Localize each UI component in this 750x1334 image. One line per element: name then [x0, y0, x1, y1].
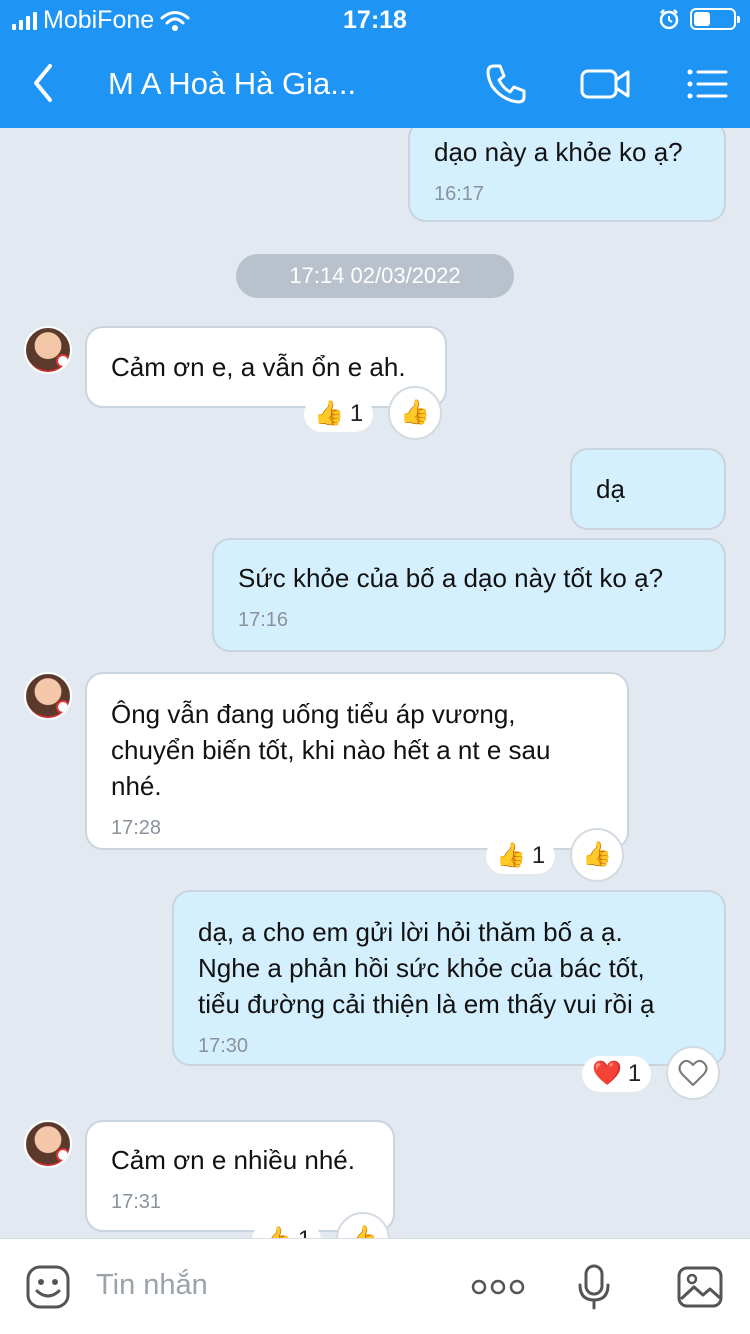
avatar[interactable] [24, 672, 72, 720]
status-time: 17:18 [343, 6, 407, 34]
avatar[interactable] [24, 326, 72, 374]
message-text-line: chuyển biến tốt, khi nào hết a nt e sau [111, 735, 551, 765]
message-time: 16:17 [434, 183, 485, 205]
reaction-summary[interactable]: 👍 1 [304, 396, 374, 432]
message-bubble-sent[interactable]: dạo này a khỏe ko ạ? 16:17 [408, 128, 726, 222]
reaction-button[interactable] [666, 1046, 720, 1100]
message-time: 17:16 [238, 609, 289, 631]
avatar[interactable] [24, 1120, 72, 1168]
message-bubble-sent[interactable]: dạ, a cho em gửi lời hỏi thăm bố a ạ. Ng… [172, 890, 726, 1066]
microphone-icon[interactable] [570, 1263, 618, 1311]
reaction-summary[interactable]: 👍 1 [252, 1222, 322, 1239]
reaction-button[interactable]: 👍 [388, 386, 442, 440]
more-dots-icon[interactable] [470, 1263, 526, 1311]
message-text-line: tiểu đường cải thiện là em thấy vui rồi … [198, 989, 655, 1019]
message-text-line: Ông vẫn đang uống tiểu áp vương, [111, 699, 516, 729]
message-text: Cảm ơn e, a vẫn ổn e ah. [111, 352, 406, 382]
message-list[interactable]: dạo này a khỏe ko ạ? 16:17 17:14 02/03/2… [0, 128, 750, 1238]
list-menu-icon[interactable] [684, 60, 732, 108]
reaction-button[interactable]: 👍 [570, 828, 624, 882]
heart-icon: ❤️ [592, 1060, 622, 1087]
reaction-count: 1 [531, 842, 546, 869]
message-bubble-sent[interactable]: dạ [570, 448, 726, 530]
reaction-count: 1 [627, 1060, 642, 1087]
thumbs-up-icon: 👍 [496, 842, 526, 869]
message-time: 17:31 [111, 1191, 162, 1213]
status-right [658, 8, 740, 30]
emoji-icon[interactable] [24, 1263, 72, 1311]
reaction-summary[interactable]: 👍 1 [486, 838, 556, 874]
message-text: dạo này a khỏe ko ạ? [434, 137, 683, 167]
message-text-line: dạ, a cho em gửi lời hỏi thăm bố a ạ. [198, 917, 623, 947]
message-bubble-received[interactable]: Ông vẫn đang uống tiểu áp vương, chuyển … [85, 672, 629, 850]
message-text: Sức khỏe của bố a dạo này tốt ko ạ? [238, 563, 664, 593]
reaction-count: 1 [349, 400, 364, 427]
video-camera-icon[interactable] [580, 60, 632, 108]
alarm-icon [659, 9, 679, 30]
message-text: dạ [596, 474, 625, 504]
message-bubble-sent[interactable]: Sức khỏe của bố a dạo này tốt ko ạ? 17:1… [212, 538, 726, 652]
message-text-line: Nghe a phản hồi sức khỏe của bác tốt, [198, 953, 645, 983]
chat-header: M A Hoà Hà Gia... [0, 40, 750, 128]
heart-outline-icon [678, 1059, 708, 1086]
thumbs-up-icon: 👍 [400, 399, 430, 426]
message-input[interactable]: Tin nhắn [96, 1269, 208, 1302]
reaction-count: 1 [298, 1226, 311, 1238]
conversation-title[interactable]: M A Hoà Hà Gia... [108, 66, 356, 102]
status-bar: MobiFone 17:18 [0, 0, 750, 40]
image-icon[interactable] [676, 1263, 724, 1311]
back-chevron-icon[interactable] [24, 58, 64, 108]
message-text-line: nhé. [111, 771, 162, 801]
thumbs-up-icon: 👍 [314, 400, 344, 427]
reaction-summary[interactable]: ❤️ 1 [582, 1056, 652, 1092]
battery-icon [690, 8, 740, 30]
thumbs-up-icon: 👍 [262, 1228, 292, 1239]
message-input-bar: Tin nhắn [0, 1238, 750, 1334]
top-bar: MobiFone 17:18 M A Hoà Hà Gia... [0, 0, 750, 128]
thumbs-up-icon: 👍 [348, 1227, 378, 1239]
phone-icon[interactable] [482, 60, 530, 108]
thumbs-up-icon: 👍 [582, 841, 612, 868]
date-separator: 17:14 02/03/2022 [236, 254, 514, 298]
message-text: Cảm ơn e nhiều nhé. [111, 1145, 355, 1175]
